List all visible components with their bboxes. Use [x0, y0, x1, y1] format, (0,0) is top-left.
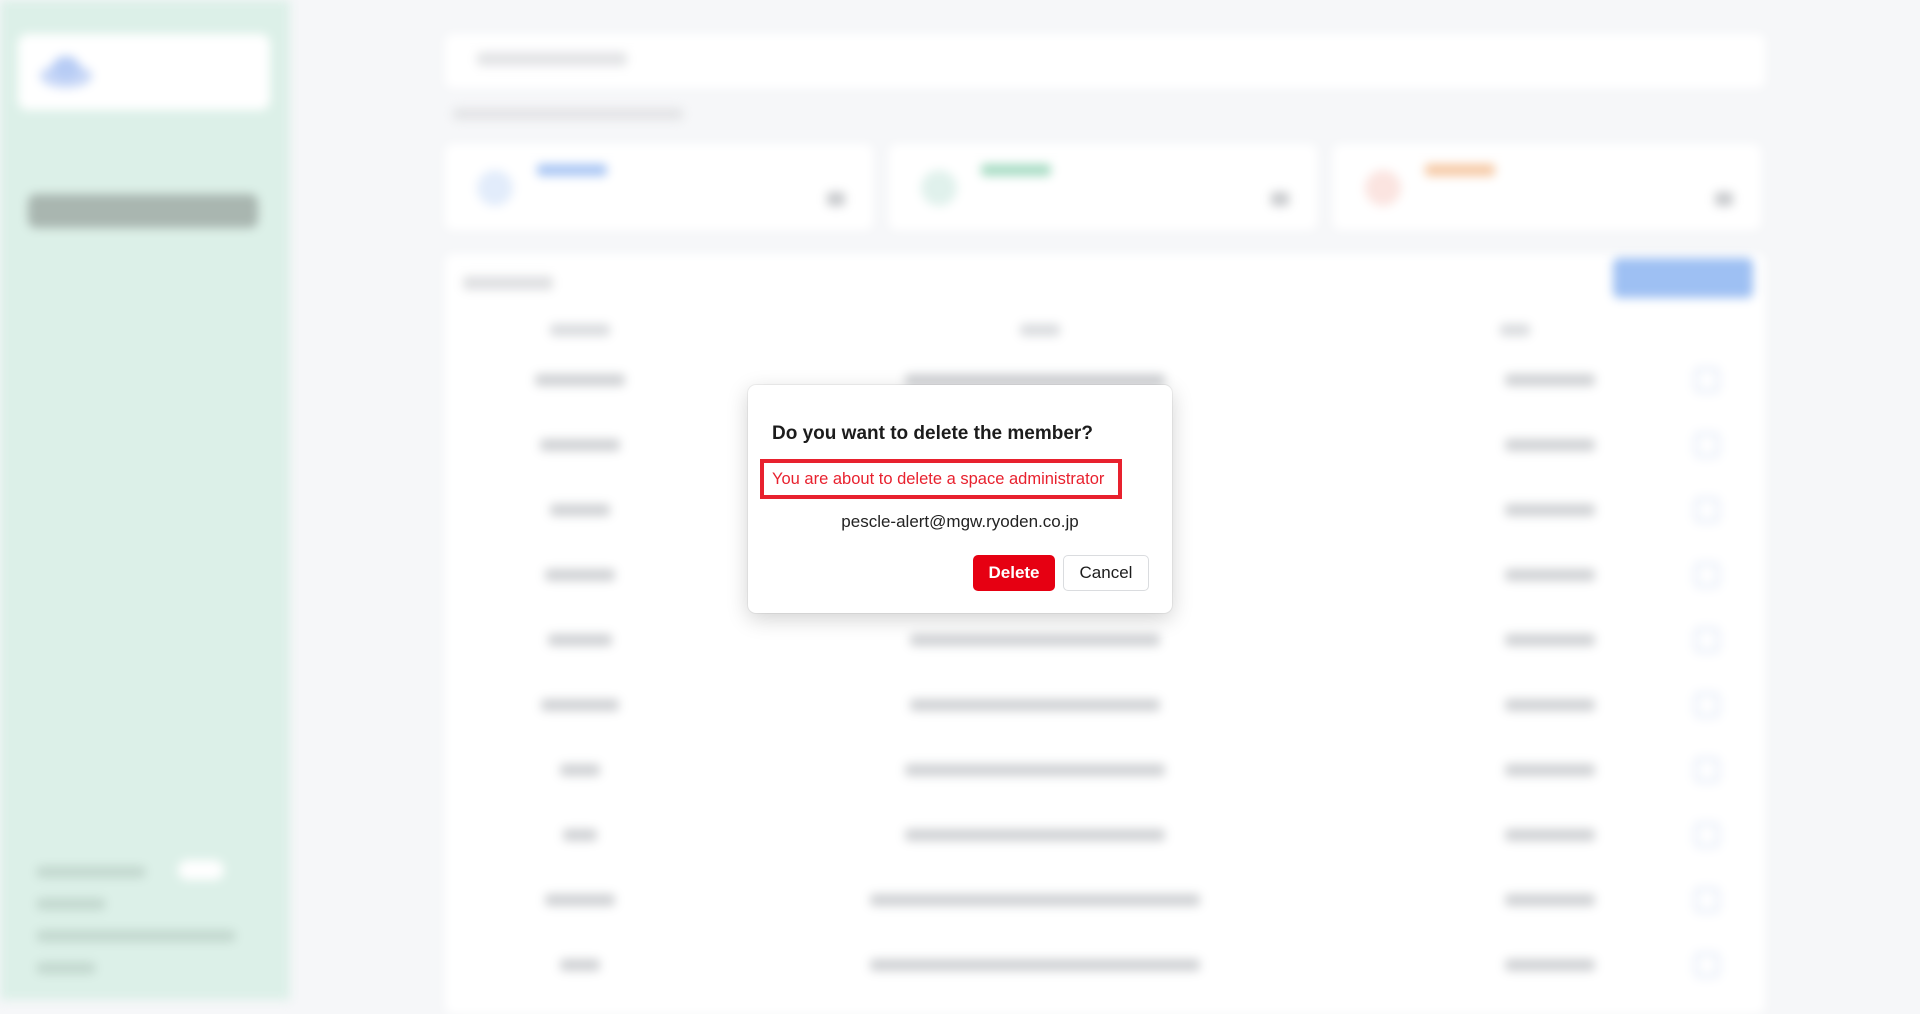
- table-cell-name: [560, 959, 600, 971]
- table-cell-name: [540, 439, 620, 451]
- stat-icon: [921, 170, 957, 206]
- delete-member-dialog: Do you want to delete the member? You ar…: [748, 385, 1172, 613]
- table-cell-role: [1505, 959, 1595, 971]
- table-header[interactable]: [550, 324, 610, 336]
- breadcrumb: [453, 108, 683, 120]
- sidebar: [0, 0, 290, 1000]
- cancel-button[interactable]: Cancel: [1063, 555, 1149, 591]
- stat-card: [889, 144, 1317, 230]
- stat-label: [1425, 164, 1495, 176]
- table-cell-role: [1505, 894, 1595, 906]
- sidebar-section-label: [30, 157, 140, 171]
- row-action-icon[interactable]: [1695, 823, 1719, 847]
- logo: [18, 34, 270, 110]
- table-cell-email: [870, 959, 1200, 971]
- table-cell-role: [1505, 504, 1595, 516]
- table-cell-role: [1505, 699, 1595, 711]
- table-cell-name: [563, 829, 597, 841]
- row-action-icon[interactable]: [1695, 368, 1719, 392]
- table-cell-email: [910, 634, 1160, 646]
- table-header[interactable]: [1500, 324, 1530, 336]
- table-cell-email: [905, 764, 1165, 776]
- row-action-icon[interactable]: [1695, 758, 1719, 782]
- table-cell-name: [535, 374, 625, 386]
- stat-label: [537, 164, 607, 176]
- sidebar-item-active[interactable]: [28, 194, 258, 228]
- table-cell-name: [560, 764, 600, 776]
- stat-card: [1333, 144, 1761, 230]
- table-cell-role: [1505, 634, 1595, 646]
- table-cell-email: [905, 829, 1165, 841]
- table-title: [463, 276, 553, 290]
- sidebar-footer-item[interactable]: [36, 866, 146, 878]
- row-action-icon[interactable]: [1695, 433, 1719, 457]
- table-cell-name: [550, 504, 610, 516]
- table-cell-role: [1505, 569, 1595, 581]
- row-action-icon[interactable]: [1695, 693, 1719, 717]
- row-action-icon[interactable]: [1695, 563, 1719, 587]
- stat-icon: [1365, 170, 1401, 206]
- delete-button[interactable]: Delete: [973, 555, 1055, 591]
- table-cell-role: [1505, 439, 1595, 451]
- table-cell-role: [1505, 829, 1595, 841]
- members-table: [445, 254, 1765, 1014]
- search-bar[interactable]: [445, 34, 1765, 88]
- stat-value: [1271, 192, 1289, 206]
- table-cell-name: [545, 569, 615, 581]
- cloud-logo-icon: [40, 56, 92, 88]
- warning-box: You are about to delete a space administ…: [760, 459, 1122, 499]
- sidebar-footer-item[interactable]: [36, 962, 96, 974]
- row-action-icon[interactable]: [1695, 498, 1719, 522]
- stat-label: [981, 164, 1051, 176]
- table-cell-name: [548, 634, 612, 646]
- row-action-icon[interactable]: [1695, 888, 1719, 912]
- stat-value: [1715, 192, 1733, 206]
- add-member-button[interactable]: [1613, 258, 1753, 298]
- dialog-title: Do you want to delete the member?: [772, 423, 1093, 444]
- search-placeholder: [477, 52, 627, 66]
- sidebar-footer-item[interactable]: [36, 930, 236, 942]
- table-cell-name: [541, 699, 619, 711]
- table-cell-email: [910, 699, 1160, 711]
- table-header[interactable]: [1020, 324, 1060, 336]
- sidebar-footer-toggle[interactable]: [178, 860, 224, 880]
- warning-message: You are about to delete a space administ…: [772, 469, 1105, 488]
- table-cell-role: [1505, 374, 1595, 386]
- stat-card: [445, 144, 873, 230]
- table-cell-name: [545, 894, 615, 906]
- sidebar-footer-item[interactable]: [36, 898, 106, 910]
- stat-value: [827, 192, 845, 206]
- row-action-icon[interactable]: [1695, 628, 1719, 652]
- member-email: pescle-alert@mgw.ryoden.co.jp: [841, 512, 1079, 531]
- table-cell-email: [870, 894, 1200, 906]
- stat-icon: [477, 170, 513, 206]
- row-action-icon[interactable]: [1695, 953, 1719, 977]
- table-cell-role: [1505, 764, 1595, 776]
